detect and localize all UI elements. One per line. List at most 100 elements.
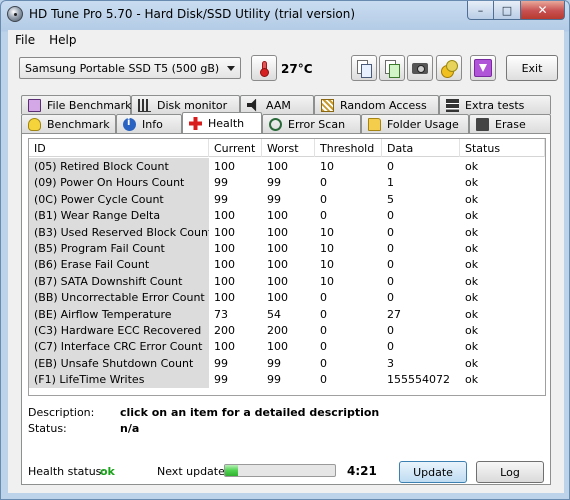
table-row[interactable]: (B1) Wear Range Delta 100 100 0 0 ok — [29, 207, 545, 224]
cell-worst: 100 — [267, 291, 288, 305]
temperature-button[interactable] — [251, 55, 277, 81]
speaker-icon — [247, 98, 257, 112]
tab-random-access[interactable]: Random Access — [314, 95, 439, 114]
save-button[interactable] — [470, 55, 496, 81]
table-row[interactable]: (0C) Power Cycle Count 99 99 0 5 ok — [29, 190, 545, 208]
table-row[interactable]: (C7) Interface CRC Error Count 100 100 0 0 ok — [29, 338, 545, 355]
column-header-id[interactable]: ID — [29, 139, 209, 157]
info-icon — [123, 117, 136, 131]
cell-worst: 100 — [267, 258, 288, 272]
smart-table[interactable]: ID Current Worst Threshold Data Status (… — [28, 138, 546, 396]
options-button[interactable] — [436, 55, 462, 81]
extra-tests-icon — [446, 98, 459, 112]
log-button[interactable]: Log — [476, 461, 544, 483]
cell-current: 99 — [214, 373, 228, 387]
cell-id: (05) Retired Block Count — [29, 158, 209, 175]
cell-id: (EB) Unsafe Shutdown Count — [29, 354, 209, 372]
cell-status: ok — [465, 340, 479, 354]
disk-monitor-icon — [138, 98, 151, 112]
copy-all-button[interactable] — [379, 55, 405, 81]
tab-label: Benchmark — [47, 117, 110, 131]
tab-info[interactable]: Info — [116, 114, 182, 133]
cell-threshold: 10 — [320, 160, 334, 173]
exit-button[interactable]: Exit — [506, 55, 558, 81]
cell-data: 0 — [387, 340, 394, 354]
file-benchmark-icon — [28, 98, 41, 112]
cell-threshold: 10 — [320, 274, 334, 288]
cell-data: 3 — [387, 356, 394, 370]
column-header-threshold[interactable]: Threshold — [315, 139, 382, 157]
update-button[interactable]: Update — [399, 461, 467, 483]
window-title: HD Tune Pro 5.70 - Hard Disk/SSD Utility… — [29, 7, 356, 21]
app-window: HD Tune Pro 5.70 - Hard Disk/SSD Utility… — [0, 0, 570, 500]
tab-extra-tests[interactable]: Extra tests — [439, 95, 551, 114]
maximize-button[interactable]: □ — [494, 1, 521, 20]
table-row[interactable]: (B6) Erase Fail Count 100 100 10 0 ok — [29, 256, 545, 273]
drive-select[interactable]: Samsung Portable SSD T5 (500 gB) — [19, 57, 241, 79]
column-header-current[interactable]: Current — [209, 139, 262, 157]
cell-id: (B3) Used Reserved Block Count — [29, 223, 209, 240]
trash-icon — [476, 117, 489, 131]
app-icon — [7, 6, 23, 22]
tab-health[interactable]: Health — [182, 112, 262, 133]
maximize-icon: □ — [501, 3, 513, 17]
table-row[interactable]: (BB) Uncorrectable Error Count 100 100 0 0 ok — [29, 289, 545, 306]
cell-threshold: 0 — [320, 209, 327, 223]
title-bar[interactable]: HD Tune Pro 5.70 - Hard Disk/SSD Utility… — [1, 1, 569, 29]
cell-data: 0 — [387, 274, 394, 288]
table-row[interactable]: (05) Retired Block Count 100 100 10 0 ok — [29, 158, 545, 175]
cell-current: 99 — [214, 192, 228, 206]
drive-select-value: Samsung Portable SSD T5 (500 gB) — [25, 62, 220, 75]
cell-threshold: 10 — [320, 225, 334, 239]
cell-data: 0 — [387, 160, 394, 173]
tab-erase[interactable]: Erase — [469, 114, 551, 133]
status-value: n/a — [120, 422, 140, 435]
cell-threshold: 0 — [320, 192, 327, 206]
minimize-button[interactable]: – — [467, 1, 494, 20]
tab-label: File Benchmark — [47, 98, 132, 112]
folder-icon — [368, 117, 381, 131]
cell-status: ok — [465, 242, 479, 255]
cell-worst: 99 — [267, 356, 281, 370]
chevron-down-icon — [227, 66, 235, 71]
tab-label: Extra tests — [465, 98, 525, 112]
table-row[interactable]: (09) Power On Hours Count 99 99 0 1 ok — [29, 174, 545, 191]
menu-file[interactable]: File — [8, 30, 42, 49]
cell-id: (C3) Hardware ECC Recovered — [29, 322, 209, 339]
health-status-value: ok — [100, 465, 115, 478]
table-row[interactable]: (B3) Used Reserved Block Count 100 100 10 0 o… — [29, 223, 545, 240]
status-bar: Health status: ok Next update: 4:21 Upda… — [28, 460, 548, 483]
tab-benchmark[interactable]: Benchmark — [21, 114, 116, 133]
cell-id: (B1) Wear Range Delta — [29, 207, 209, 224]
tab-label: Disk monitor — [157, 98, 228, 112]
screenshot-button[interactable] — [407, 55, 433, 81]
cell-current: 200 — [214, 324, 235, 337]
table-row[interactable]: (F1) LifeTime Writes 99 99 0 155554072 ok — [29, 371, 545, 388]
cell-status: ok — [465, 324, 479, 337]
tab-error-scan[interactable]: Error Scan — [262, 114, 361, 133]
cell-worst: 200 — [267, 324, 288, 337]
copy-text-button[interactable] — [351, 55, 377, 81]
copy-all-icon — [385, 60, 400, 78]
cell-threshold: 0 — [320, 373, 327, 387]
cell-threshold: 10 — [320, 258, 334, 272]
menu-help[interactable]: Help — [42, 30, 83, 49]
column-header-data[interactable]: Data — [382, 139, 460, 157]
cell-status: ok — [465, 274, 479, 288]
tab-file-benchmark[interactable]: File Benchmark — [21, 95, 132, 114]
cell-id: (B7) SATA Downshift Count — [29, 272, 209, 290]
column-header-worst[interactable]: Worst — [262, 139, 315, 157]
close-button[interactable]: ✕ — [521, 1, 565, 20]
table-row[interactable]: (BE) Airflow Temperature 73 54 0 27 ok — [29, 305, 545, 322]
table-row[interactable]: (EB) Unsafe Shutdown Count 99 99 0 3 ok — [29, 354, 545, 372]
cell-threshold: 10 — [320, 242, 334, 255]
table-row[interactable]: (C3) Hardware ECC Recovered 200 200 0 0 ok — [29, 322, 545, 339]
cell-worst: 100 — [267, 160, 288, 173]
camera-icon — [412, 62, 428, 74]
column-header-status[interactable]: Status — [460, 139, 545, 157]
table-row[interactable]: (B7) SATA Downshift Count 100 100 10 0 ok — [29, 272, 545, 290]
tab-label: Health — [208, 116, 245, 130]
tab-label: Erase — [495, 117, 526, 131]
table-row[interactable]: (B5) Program Fail Count 100 100 10 0 ok — [29, 240, 545, 257]
tab-folder-usage[interactable]: Folder Usage — [361, 114, 469, 133]
